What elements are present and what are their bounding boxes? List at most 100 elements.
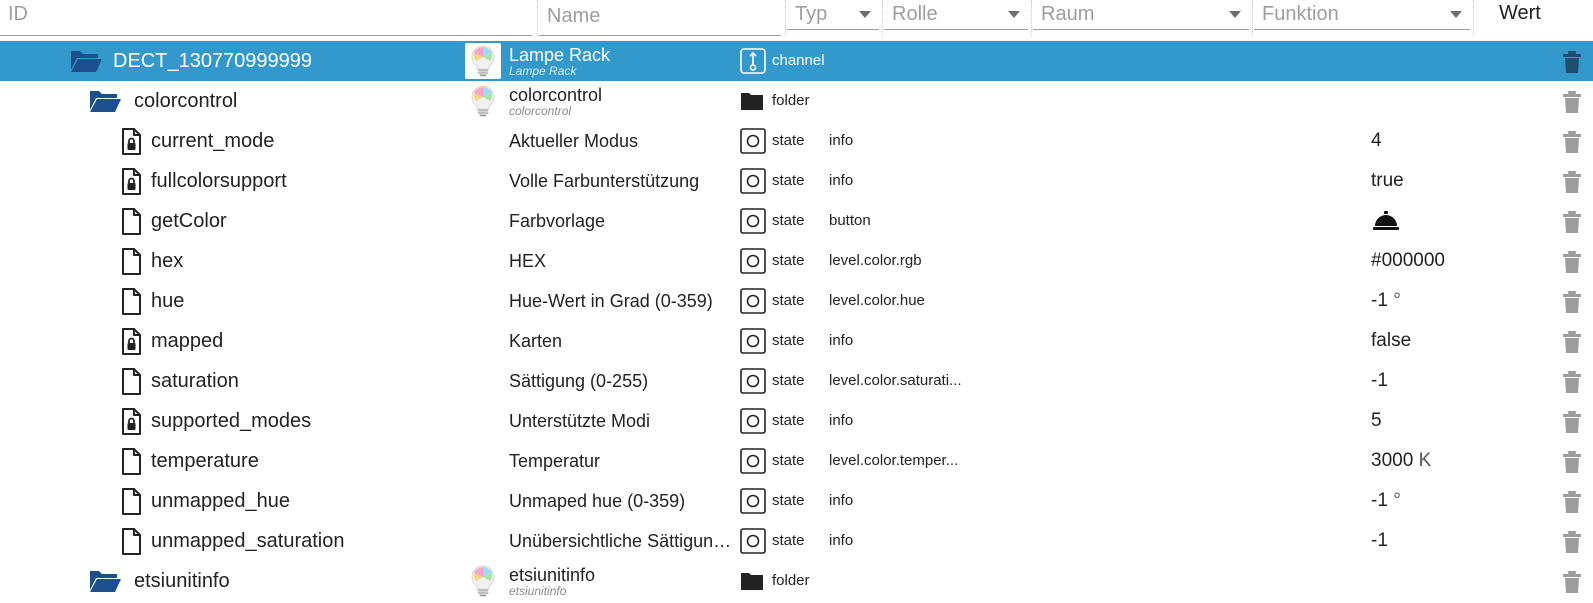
tree-row[interactable]: hue Hue-Wert in Grad (0-359) state level.c… bbox=[0, 281, 1593, 321]
object-name-main: colorcontrol bbox=[509, 84, 603, 105]
tree-row[interactable]: DECT_130770999999 Lampe Rack Lampe Rack c… bbox=[0, 41, 1593, 81]
state-icon bbox=[740, 168, 766, 194]
object-id: temperature bbox=[151, 450, 259, 472]
object-name: Aktueller Modus bbox=[509, 131, 639, 151]
object-name: Sättigung (0-255) bbox=[509, 371, 649, 391]
tree-row[interactable]: unmapped_saturation Unübersichtliche Sätt… bbox=[0, 521, 1593, 561]
tree-row[interactable]: mapped Karten state info false bbox=[0, 321, 1593, 361]
delete-icon[interactable] bbox=[1561, 90, 1583, 114]
object-name: Farbvorlage bbox=[509, 211, 606, 231]
delete-icon[interactable] bbox=[1561, 170, 1583, 194]
file-icon[interactable] bbox=[113, 241, 149, 281]
object-role: level.color.saturati... bbox=[829, 372, 962, 389]
delete-icon[interactable] bbox=[1561, 370, 1583, 394]
role-filter-select[interactable]: Rolle bbox=[884, 0, 1028, 30]
object-role: info bbox=[829, 492, 854, 509]
id-filter-input[interactable]: ID bbox=[0, 0, 532, 36]
tree-row[interactable]: current_mode Aktueller Modus state info 4 bbox=[0, 121, 1593, 161]
object-name: colorcontrol colorcontrol bbox=[509, 81, 602, 121]
tree-row[interactable]: supported_modes Unterstützte Modi state in… bbox=[0, 401, 1593, 441]
object-name: Temperatur bbox=[509, 451, 601, 471]
state-icon bbox=[740, 288, 766, 314]
object-value-text: 3000 bbox=[1371, 450, 1414, 471]
delete-icon[interactable] bbox=[1561, 570, 1583, 594]
state-icon bbox=[740, 328, 766, 354]
id-filter-placeholder: ID bbox=[8, 3, 28, 25]
file-icon[interactable] bbox=[113, 281, 149, 321]
tree-row[interactable]: hex HEX state level.color.rgb #000000 bbox=[0, 241, 1593, 281]
object-role: level.color.rgb bbox=[829, 252, 922, 269]
object-role: info bbox=[829, 532, 854, 549]
object-role: level.color.hue bbox=[829, 292, 925, 309]
delete-icon[interactable] bbox=[1561, 210, 1583, 234]
column-separator[interactable] bbox=[1252, 0, 1253, 36]
tree-row[interactable]: unmapped_hue Unmaped hue (0-359) state inf… bbox=[0, 481, 1593, 521]
object-value[interactable]: true bbox=[1371, 161, 1404, 201]
object-value[interactable]: #000000 bbox=[1371, 241, 1445, 281]
file-lock-icon[interactable] bbox=[113, 161, 149, 201]
object-unit: K bbox=[1418, 450, 1432, 471]
function-filter-select[interactable]: Funktion bbox=[1254, 0, 1470, 30]
object-value[interactable]: 5 bbox=[1371, 401, 1382, 441]
delete-icon[interactable] bbox=[1561, 50, 1583, 74]
column-separator[interactable] bbox=[785, 0, 786, 36]
lightbulb-icon bbox=[465, 43, 501, 79]
object-id: unmapped_hue bbox=[151, 490, 291, 512]
delete-icon[interactable] bbox=[1561, 290, 1583, 314]
file-lock-icon[interactable] bbox=[113, 321, 149, 361]
file-icon[interactable] bbox=[113, 441, 149, 481]
object-type: folder bbox=[772, 572, 810, 589]
object-name-sub: Lampe Rack bbox=[509, 63, 577, 78]
column-separator[interactable] bbox=[1473, 0, 1474, 36]
bell-button-icon[interactable] bbox=[1371, 210, 1401, 232]
object-type: state bbox=[772, 212, 805, 229]
name-filter-input[interactable]: Name bbox=[539, 0, 781, 36]
chevron-down-icon bbox=[859, 11, 871, 18]
file-icon[interactable] bbox=[113, 361, 149, 401]
delete-icon[interactable] bbox=[1561, 530, 1583, 554]
file-lock-icon[interactable] bbox=[113, 401, 149, 441]
folder-open-icon[interactable] bbox=[87, 81, 123, 121]
file-icon[interactable] bbox=[113, 521, 149, 561]
tree-row[interactable]: colorcontrol colorcontrol colorcontrol fol… bbox=[0, 81, 1593, 121]
delete-icon[interactable] bbox=[1561, 410, 1583, 434]
delete-icon[interactable] bbox=[1561, 130, 1583, 154]
file-lock-icon[interactable] bbox=[113, 121, 149, 161]
file-icon[interactable] bbox=[113, 201, 149, 241]
room-filter-select[interactable]: Raum bbox=[1033, 0, 1249, 30]
column-separator[interactable] bbox=[537, 0, 538, 36]
column-separator[interactable] bbox=[882, 0, 883, 36]
object-value[interactable]: 4 bbox=[1371, 121, 1382, 161]
folder-open-icon[interactable] bbox=[87, 561, 123, 601]
object-value[interactable]: 3000 K bbox=[1371, 441, 1431, 481]
lightbulb-icon bbox=[465, 83, 501, 119]
column-separator[interactable] bbox=[1031, 0, 1032, 36]
chevron-down-icon bbox=[1450, 11, 1462, 18]
delete-icon[interactable] bbox=[1561, 450, 1583, 474]
object-value[interactable]: -1 ° bbox=[1371, 481, 1401, 521]
object-type: state bbox=[772, 532, 805, 549]
type-filter-select[interactable]: Typ bbox=[787, 0, 879, 30]
object-name: etsiunitinfo etsiunitinfo bbox=[509, 561, 595, 601]
object-name: Unübersichtliche Sättigung ... bbox=[509, 531, 737, 551]
folder-open-icon[interactable] bbox=[68, 41, 104, 81]
tree-row[interactable]: fullcolorsupport Volle Farbunterstützung … bbox=[0, 161, 1593, 201]
tree-row[interactable]: getColor Farbvorlage state button bbox=[0, 201, 1593, 241]
object-id: saturation bbox=[151, 370, 239, 392]
object-value[interactable]: -1 bbox=[1371, 521, 1388, 561]
object-role: info bbox=[829, 132, 854, 149]
tree-row[interactable]: saturation Sättigung (0-255) state level.c… bbox=[0, 361, 1593, 401]
delete-icon[interactable] bbox=[1561, 250, 1583, 274]
folder-icon bbox=[740, 91, 766, 117]
file-icon[interactable] bbox=[113, 481, 149, 521]
tree-row[interactable]: temperature Temperatur state level.color.t… bbox=[0, 441, 1593, 481]
object-id: unmapped_saturation bbox=[151, 530, 345, 552]
object-type: state bbox=[772, 252, 805, 269]
delete-icon[interactable] bbox=[1561, 330, 1583, 354]
object-value[interactable]: -1 ° bbox=[1371, 281, 1401, 321]
object-value[interactable]: -1 bbox=[1371, 361, 1388, 401]
delete-icon[interactable] bbox=[1561, 490, 1583, 514]
object-value[interactable]: false bbox=[1371, 321, 1411, 361]
tree-row[interactable]: etsiunitinfo etsiunitinfo etsiunitinfo fol… bbox=[0, 561, 1593, 601]
object-role: info bbox=[829, 412, 854, 429]
